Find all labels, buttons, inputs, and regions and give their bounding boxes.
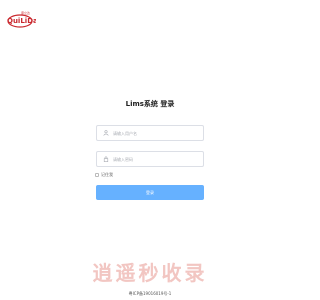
- watermark-text: 逍遥秒收录: [92, 261, 208, 285]
- login-button[interactable]: 登录: [96, 185, 204, 200]
- remember-me-checkbox[interactable]: 记住我: [95, 172, 113, 178]
- lock-icon: [101, 154, 111, 164]
- username-input[interactable]: [111, 126, 203, 140]
- remember-me-label: 记住我: [101, 172, 113, 177]
- footer-icp-link[interactable]: 粤ICP备19016019号-1: [0, 291, 300, 297]
- logo-subtext: 康立达: [21, 10, 30, 15]
- logo-text: QuiLiDa: [7, 17, 36, 25]
- password-input[interactable]: [111, 152, 203, 166]
- username-field[interactable]: [96, 125, 204, 141]
- user-icon: [101, 128, 111, 138]
- page-title: Lims系统 登录: [125, 100, 175, 108]
- password-field[interactable]: [96, 151, 204, 167]
- company-logo: QuiLiDa 康立达: [6, 8, 36, 30]
- checkbox-box[interactable]: [95, 173, 99, 177]
